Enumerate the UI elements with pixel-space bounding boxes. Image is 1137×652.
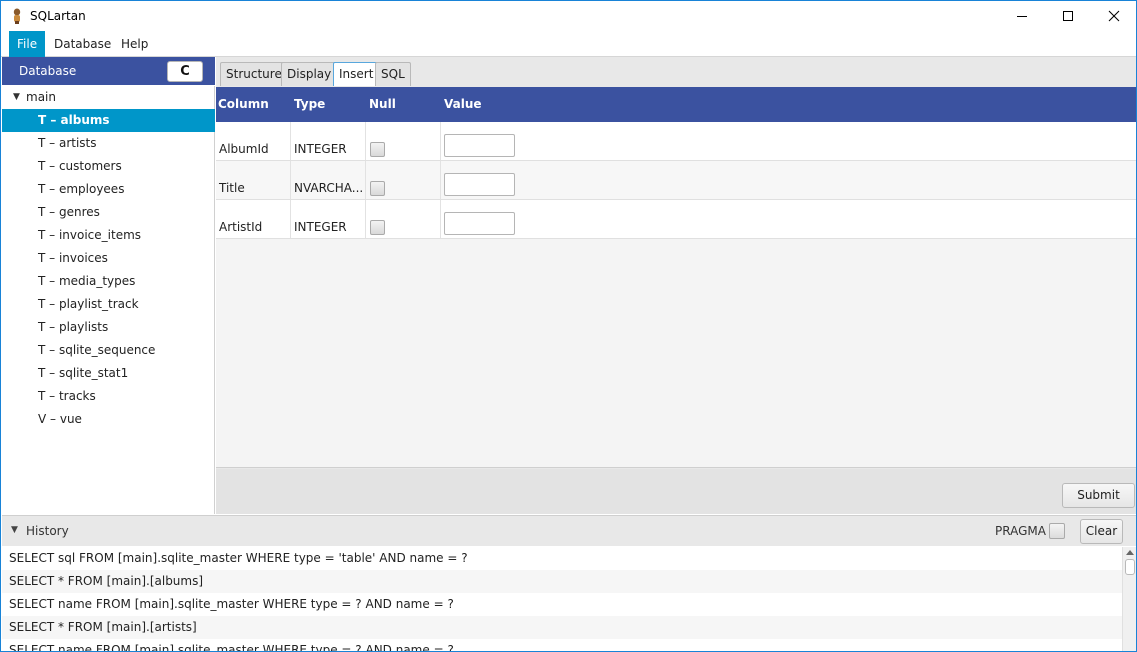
tree-item[interactable]: T – tracks: [2, 385, 215, 408]
cell-type: NVARCHA...: [291, 161, 366, 199]
insert-grid: Column Type Null Value AlbumId INTEGER Tit…: [216, 87, 1136, 468]
submit-button[interactable]: Submit: [1062, 483, 1135, 508]
tree-item[interactable]: T – albums: [2, 109, 215, 132]
tab-bar: Structure Display Insert SQL: [216, 57, 1136, 87]
scroll-up-icon[interactable]: [1126, 550, 1134, 555]
cell-column: Title: [216, 161, 291, 199]
database-tree: ▼ main T – albums T – artists T – customer…: [2, 86, 215, 514]
grid-header: Column Type Null Value: [216, 87, 1136, 122]
close-icon: [1108, 10, 1120, 22]
cell-type: INTEGER: [291, 122, 366, 160]
minimize-icon: [1017, 15, 1027, 17]
value-input[interactable]: [444, 212, 515, 235]
history-entry[interactable]: SELECT * FROM [main].[artists]: [2, 616, 1122, 639]
tab-display[interactable]: Display: [281, 62, 338, 86]
history-entry[interactable]: SELECT name FROM [main].sqlite_master WH…: [2, 593, 1122, 616]
app-logo-icon: [13, 8, 21, 24]
history-entry[interactable]: SELECT sql FROM [main].sqlite_master WHE…: [2, 547, 1122, 570]
value-input[interactable]: [444, 173, 515, 196]
history-header: ▼ History PRAGMA Clear: [2, 515, 1136, 546]
tree-item[interactable]: T – playlist_track: [2, 293, 215, 316]
tree-item[interactable]: T – employees: [2, 178, 215, 201]
table-row: Title NVARCHA...: [216, 161, 1136, 200]
menu-help[interactable]: Help: [113, 31, 156, 57]
history-scrollbar[interactable]: [1122, 547, 1136, 651]
tree-item[interactable]: T – customers: [2, 155, 215, 178]
title-bar: SQLartan: [1, 1, 1136, 31]
scrollbar-thumb[interactable]: [1125, 559, 1135, 575]
window-title: SQLartan: [30, 9, 86, 23]
minimize-button[interactable]: [999, 1, 1045, 31]
tree-item[interactable]: V – vue: [2, 408, 215, 431]
maximize-button[interactable]: [1045, 1, 1091, 31]
menu-bar: File Database Help: [1, 31, 1136, 57]
maximize-icon: [1063, 11, 1073, 21]
history-collapse-icon[interactable]: ▼: [11, 525, 18, 535]
tab-structure[interactable]: Structure: [220, 62, 288, 86]
history-title[interactable]: History: [26, 524, 69, 538]
tree-item[interactable]: T – sqlite_sequence: [2, 339, 215, 362]
tree-item[interactable]: T – invoice_items: [2, 224, 215, 247]
column-name: ArtistId: [219, 220, 263, 234]
tree-root-main[interactable]: ▼ main: [2, 86, 215, 109]
cell-column: AlbumId: [216, 122, 291, 160]
pragma-label: PRAGMA: [995, 524, 1046, 538]
column-name: Title: [219, 181, 245, 195]
refresh-button[interactable]: C: [167, 61, 203, 82]
expand-arrow-icon[interactable]: ▼: [13, 86, 20, 109]
history-list: SELECT sql FROM [main].sqlite_master WHE…: [2, 547, 1122, 651]
history-entry[interactable]: SELECT * FROM [main].[albums]: [2, 570, 1122, 593]
null-checkbox[interactable]: [370, 181, 385, 196]
submit-area: Submit: [216, 469, 1136, 514]
cell-type: INTEGER: [291, 200, 366, 238]
database-panel-header: Database C: [2, 57, 215, 85]
tab-sql[interactable]: SQL: [375, 62, 411, 86]
tree-root-label: main: [26, 90, 56, 104]
tree-item[interactable]: T – genres: [2, 201, 215, 224]
tree-item[interactable]: T – sqlite_stat1: [2, 362, 215, 385]
refresh-icon: C: [180, 64, 190, 79]
clear-history-button[interactable]: Clear: [1080, 519, 1123, 544]
table-row: AlbumId INTEGER: [216, 122, 1136, 161]
close-button[interactable]: [1091, 1, 1136, 31]
value-input[interactable]: [444, 134, 515, 157]
header-column: Column: [218, 97, 269, 111]
app-window: SQLartan File Database Help Database C ▼…: [0, 0, 1137, 652]
table-row: ArtistId INTEGER: [216, 200, 1136, 239]
tree-item[interactable]: T – artists: [2, 132, 215, 155]
column-type: INTEGER: [294, 220, 347, 234]
column-name: AlbumId: [219, 142, 269, 156]
header-value: Value: [444, 97, 482, 111]
pragma-checkbox[interactable]: [1049, 523, 1065, 539]
header-type: Type: [294, 97, 326, 111]
menu-database[interactable]: Database: [46, 31, 119, 57]
history-entry[interactable]: SELECT name FROM [main].sqlite_master WH…: [2, 639, 1122, 651]
column-type: INTEGER: [294, 142, 347, 156]
tree-item[interactable]: T – playlists: [2, 316, 215, 339]
null-checkbox[interactable]: [370, 142, 385, 157]
tree-item[interactable]: T – invoices: [2, 247, 215, 270]
main-panel: Structure Display Insert SQL Column Type…: [216, 57, 1136, 514]
tab-insert[interactable]: Insert: [333, 62, 380, 86]
cell-column: ArtistId: [216, 200, 291, 238]
tree-item-list: T – albums T – artists T – customers T – em…: [2, 109, 215, 431]
null-checkbox[interactable]: [370, 220, 385, 235]
header-null: Null: [369, 97, 396, 111]
database-panel-title: Database: [19, 64, 77, 78]
column-type: NVARCHA...: [294, 181, 364, 195]
tree-item[interactable]: T – media_types: [2, 270, 215, 293]
menu-file[interactable]: File: [9, 31, 46, 57]
